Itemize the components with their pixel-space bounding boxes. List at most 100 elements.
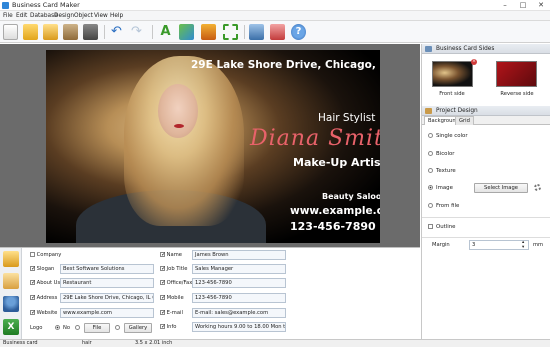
card-phone[interactable]: 123-456-7890 xyxy=(290,220,376,233)
company-row: Company xyxy=(30,250,61,260)
add-text-icon[interactable]: A xyxy=(158,24,173,40)
website-checkbox[interactable] xyxy=(30,308,36,318)
right-panel: Business Card Sides × Front side Reverse… xyxy=(421,44,550,339)
menu-file[interactable]: File xyxy=(3,12,13,20)
tab-grid[interactable]: Grid xyxy=(455,116,474,125)
name-checkbox[interactable] xyxy=(160,250,166,260)
radio[interactable] xyxy=(428,151,433,156)
status-size: 3.5 x 2.01 inch xyxy=(135,340,173,346)
open-folder-icon[interactable] xyxy=(23,24,38,40)
website-label: Website xyxy=(36,310,58,316)
undo-icon[interactable]: ↶ xyxy=(109,24,124,40)
menu-help[interactable]: Help xyxy=(110,12,123,20)
outline-checkbox[interactable] xyxy=(428,224,433,229)
title-bar: Business Card Maker – □ ✕ xyxy=(0,0,550,11)
info-checkbox[interactable] xyxy=(160,322,166,332)
contacts-icon[interactable] xyxy=(3,296,19,312)
edit-fields-icon[interactable] xyxy=(3,251,19,267)
add-shape-icon[interactable] xyxy=(201,24,216,40)
card-job-title[interactable]: Hair Stylist xyxy=(318,112,375,124)
email-checkbox[interactable] xyxy=(160,308,166,318)
office-fax-field[interactable]: 123-456-7890 xyxy=(192,278,286,288)
radio-selected[interactable] xyxy=(428,185,433,190)
redo-icon[interactable]: ↷ xyxy=(129,24,144,40)
logo-no-option[interactable]: No xyxy=(55,323,70,333)
reverse-side-thumbnail[interactable] xyxy=(496,61,537,87)
print-icon[interactable] xyxy=(83,24,98,40)
option-from-file[interactable]: From file xyxy=(428,202,459,210)
margin-input[interactable]: 3 xyxy=(469,240,529,250)
business-card-front[interactable]: 29E Lake Shore Drive, Chicago, IL 60657 … xyxy=(46,50,380,243)
mobile-field[interactable]: 123-456-7890 xyxy=(192,293,286,303)
radio[interactable] xyxy=(428,203,433,208)
minimize-button[interactable]: – xyxy=(496,0,514,10)
card-name[interactable]: Diana Smith xyxy=(250,126,380,151)
project-design-icon xyxy=(425,108,432,114)
excel-import-icon[interactable]: X xyxy=(3,319,19,335)
website-field[interactable]: www.example.com xyxy=(60,308,154,318)
help-icon[interactable]: ? xyxy=(291,24,306,40)
margin-spinner-icon[interactable]: ▴ ▾ xyxy=(522,240,524,250)
logo-gallery-option[interactable] xyxy=(115,323,123,333)
email-field[interactable]: E-mail: sales@example.com xyxy=(192,308,286,318)
remove-side-icon[interactable]: × xyxy=(471,59,477,65)
job-title-field[interactable]: Sales Manager xyxy=(192,264,286,274)
logo-file-option[interactable] xyxy=(75,323,83,333)
preview-icon[interactable] xyxy=(249,24,264,40)
crop-icon[interactable] xyxy=(223,24,238,40)
logo-file-button[interactable]: File xyxy=(84,323,110,333)
address-checkbox[interactable] xyxy=(30,293,36,303)
option-texture[interactable]: Texture xyxy=(428,167,456,175)
logo-file-radio[interactable] xyxy=(75,325,80,330)
card-subtitle[interactable]: Make-Up Artist xyxy=(293,156,380,169)
select-image-button[interactable]: Select Image xyxy=(474,183,528,193)
image-settings-gear-icon[interactable] xyxy=(534,184,541,191)
menu-bar: File Edit Database Design Object View He… xyxy=(0,11,550,21)
card-company[interactable]: Beauty Saloon xyxy=(322,192,380,201)
about-field[interactable]: Restaurant xyxy=(60,278,154,288)
radio[interactable] xyxy=(428,133,433,138)
logo-no-radio[interactable] xyxy=(55,325,60,330)
front-side-thumbnail[interactable] xyxy=(432,61,473,87)
new-file-icon[interactable] xyxy=(3,24,18,40)
card-photo-lips xyxy=(174,124,184,128)
office-fax-checkbox[interactable] xyxy=(160,278,166,288)
menu-object[interactable]: Object xyxy=(74,12,93,20)
card-address[interactable]: 29E Lake Shore Drive, Chicago, IL 60657 xyxy=(191,59,380,71)
menu-design[interactable]: Design xyxy=(54,12,74,20)
about-checkbox[interactable] xyxy=(30,278,36,288)
option-label: From file xyxy=(436,203,460,209)
outline-checkbox-row[interactable]: Outline xyxy=(428,223,456,231)
job-title-checkbox[interactable] xyxy=(160,264,166,274)
slogan-checkbox[interactable] xyxy=(30,264,36,274)
logo-gallery-button[interactable]: Gallery xyxy=(124,323,152,333)
maximize-button[interactable]: □ xyxy=(514,0,532,10)
address-label: Address xyxy=(36,295,58,301)
option-label: Single color xyxy=(436,133,468,139)
option-bicolor[interactable]: Bicolor xyxy=(428,150,454,158)
export-icon[interactable] xyxy=(270,24,285,40)
card-website[interactable]: www.example.com xyxy=(290,205,380,217)
info-field[interactable]: Working hours 9.00 to 18.00 Mon to Fri xyxy=(192,322,286,332)
open-template-icon[interactable] xyxy=(43,24,58,40)
option-single-color[interactable]: Single color xyxy=(428,132,468,140)
option-image[interactable]: Image xyxy=(428,184,453,192)
logo-gallery-radio[interactable] xyxy=(115,325,120,330)
name-field[interactable]: James Brown xyxy=(192,250,286,260)
save-icon[interactable] xyxy=(63,24,78,40)
menu-view[interactable]: View xyxy=(94,12,108,20)
slogan-field[interactable]: Best Software Solutions xyxy=(60,264,154,274)
close-button[interactable]: ✕ xyxy=(532,0,550,10)
design-tabs: Background Grid xyxy=(422,116,550,125)
address-field[interactable]: 29E Lake Shore Drive, Chicago, IL 60657 xyxy=(60,293,154,303)
margin-label: Margin xyxy=(432,242,450,248)
radio[interactable] xyxy=(428,168,433,173)
company-checkbox[interactable] xyxy=(30,252,35,257)
card-photo-hair xyxy=(124,56,244,226)
add-image-icon[interactable] xyxy=(179,24,194,40)
company-label: Company xyxy=(36,252,62,258)
notes-icon[interactable] xyxy=(3,273,19,289)
menu-edit[interactable]: Edit xyxy=(16,12,27,20)
mobile-checkbox[interactable] xyxy=(160,293,166,303)
website-row: Website xyxy=(30,308,57,318)
